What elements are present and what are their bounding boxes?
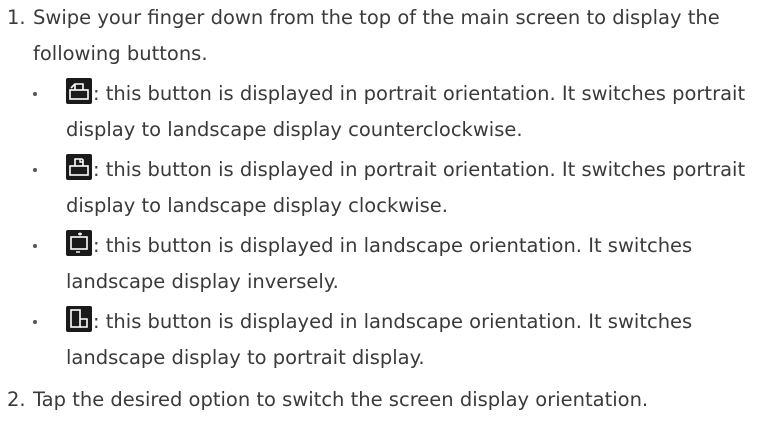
rotate-right-icon xyxy=(66,154,92,180)
step-number: 2. xyxy=(7,388,26,411)
button-list: : this button is displayed in portrait o… xyxy=(33,76,780,376)
step-2: 2. Tap the desired option to switch the … xyxy=(0,382,780,418)
step-1: 1. Swipe your finger down from the top o… xyxy=(0,0,780,376)
bullet-dot xyxy=(33,168,37,172)
document: 1. Swipe your finger down from the top o… xyxy=(0,0,780,418)
flip-icon xyxy=(66,230,92,256)
portrait-icon xyxy=(66,306,92,332)
bullet-dot xyxy=(33,244,37,248)
list-item: : this button is displayed in landscape … xyxy=(33,304,780,376)
step-number: 1. xyxy=(7,6,26,29)
step-text: Tap the desired option to switch the scr… xyxy=(33,388,649,411)
step-text: Swipe your finger down from the top of t… xyxy=(33,6,720,65)
bullet-text: : this button is displayed in landscape … xyxy=(66,234,693,293)
rotate-left-icon xyxy=(66,78,92,104)
list-item: : this button is displayed in portrait o… xyxy=(33,152,780,224)
bullet-dot xyxy=(33,92,37,96)
list-item: : this button is displayed in landscape … xyxy=(33,228,780,300)
bullet-text: : this button is displayed in portrait o… xyxy=(66,82,746,141)
bullet-text: : this button is displayed in landscape … xyxy=(66,310,693,369)
bullet-dot xyxy=(33,320,37,324)
list-item: : this button is displayed in portrait o… xyxy=(33,76,780,148)
bullet-text: : this button is displayed in portrait o… xyxy=(66,158,746,217)
